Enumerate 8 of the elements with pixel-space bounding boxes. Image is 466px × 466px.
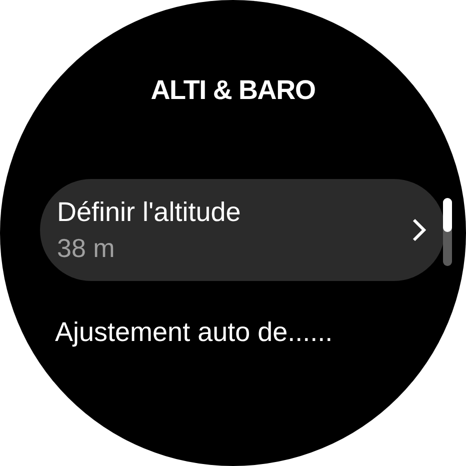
screen-title: ALTI & BARO bbox=[150, 74, 316, 107]
menu-item[interactable]: Définir l'altitude 38 m bbox=[40, 178, 445, 280]
item-label: Ajustement auto de...... bbox=[55, 316, 334, 349]
item-value: 38 m bbox=[57, 232, 116, 264]
chevron-right-icon bbox=[411, 216, 427, 242]
menu-item[interactable]: Ajustement auto de...... bbox=[40, 280, 445, 382]
scrollbar-drawing bbox=[443, 198, 452, 266]
item-label: Définir l'altitude bbox=[57, 196, 242, 228]
